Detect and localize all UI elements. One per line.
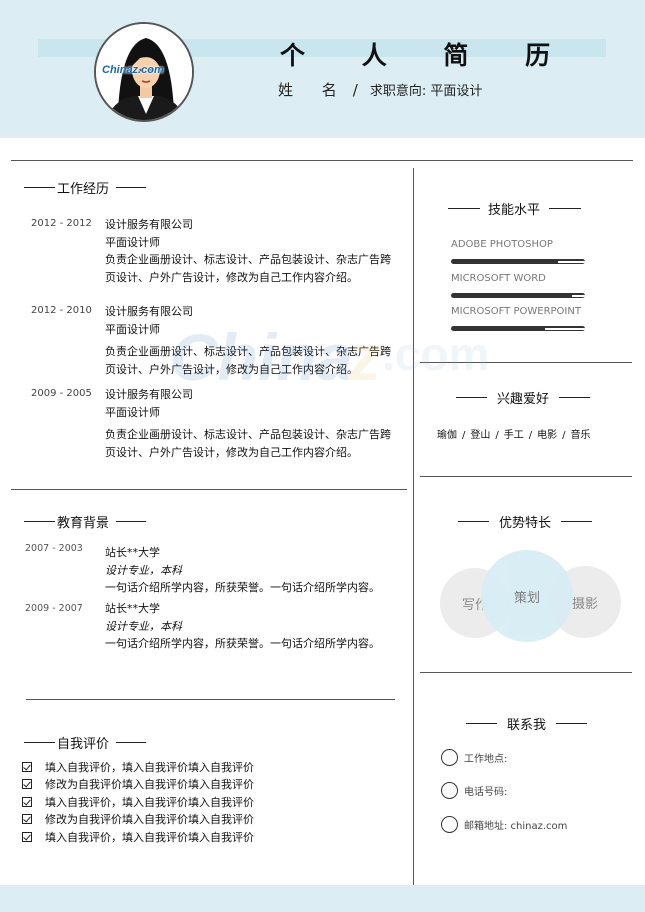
- work-date-1: 2012 - 2012: [31, 218, 92, 229]
- skill-bar-remaining: [571, 294, 585, 297]
- circle-bullet-icon: [441, 749, 458, 766]
- work-item-1: 设计服务有限公司 平面设计师 负责企业画册设计、标志设计、产品包装设计、杂志广告…: [105, 216, 397, 286]
- self-eval-item: 修改为自我评价填入自我评价填入自我评价: [22, 811, 254, 829]
- work-divider: [11, 489, 407, 490]
- edu-school: 站长**大学: [105, 546, 160, 559]
- skill-photoshop: ADOBE PHOTOSHOP: [451, 239, 585, 264]
- edu-school: 站长**大学: [105, 602, 160, 615]
- work-role: 平面设计师: [105, 405, 160, 419]
- work-date-3: 2009 - 2005: [31, 388, 92, 399]
- strengths-divider: [420, 672, 632, 673]
- top-divider: [11, 160, 633, 161]
- checkbox-icon: [22, 796, 32, 807]
- strengths-heading: 优势特长: [458, 512, 593, 531]
- checkbox-icon: [22, 761, 32, 772]
- skill-bar: [451, 326, 585, 331]
- education-heading: 教育背景: [24, 512, 147, 531]
- work-date-2: 2012 - 2010: [31, 305, 92, 316]
- work-company: 设计服务有限公司: [105, 388, 193, 401]
- self-eval-item: 填入自我评价，填入自我评价填入自我评价: [22, 758, 254, 776]
- avatar-logo-text: Chinaz.com: [102, 64, 164, 76]
- work-heading: 工作经历: [24, 178, 147, 197]
- name-label: 姓 名: [278, 81, 349, 99]
- skill-bar-remaining: [544, 327, 585, 330]
- checkbox-icon: [22, 831, 32, 842]
- column-divider: [413, 168, 414, 885]
- work-company: 设计服务有限公司: [105, 218, 193, 231]
- contact-phone: 电话号码:: [441, 782, 507, 799]
- skills-heading: 技能水平: [448, 199, 582, 218]
- skill-label: ADOBE PHOTOSHOP: [451, 239, 553, 250]
- edu-desc: 一句话介绍所学内容，所获荣誉。一句话介绍所学内容。: [105, 581, 380, 594]
- edu-divider: [26, 699, 395, 700]
- hobby-item: 音乐: [570, 430, 591, 441]
- contact-work-place: 工作地点:: [441, 749, 507, 766]
- hobby-item: 电影: [537, 430, 558, 441]
- skill-powerpoint: MICROSOFT POWERPOINT: [451, 306, 585, 331]
- skill-bar: [451, 293, 585, 298]
- self-eval-item: 修改为自我评价填入自我评价填入自我评价: [22, 776, 254, 794]
- checkbox-icon: [22, 779, 32, 790]
- hobby-item: 手工: [503, 430, 524, 441]
- work-role: 平面设计师: [105, 235, 160, 249]
- work-company: 设计服务有限公司: [105, 305, 193, 318]
- avatar: Chinaz.com: [94, 22, 194, 122]
- hobbies-heading: 兴趣爱好: [456, 388, 591, 407]
- circle-bullet-icon: [441, 782, 458, 799]
- hobby-item: 登山: [470, 430, 491, 441]
- self-eval-item: 填入自我评价，填入自我评价填入自我评价: [22, 793, 254, 811]
- edu-desc: 一句话介绍所学内容，所获荣誉。一句话介绍所学内容。: [105, 637, 380, 650]
- strength-planning: 策划: [481, 550, 573, 642]
- edu-date-1: 2007 - 2003: [25, 543, 83, 554]
- hobbies-list: 瑜伽 / 登山 / 手工 / 电影 / 音乐: [437, 430, 591, 441]
- contact-email: 邮箱地址: chinaz.com: [441, 816, 567, 833]
- self-eval-list: 填入自我评价，填入自我评价填入自我评价 修改为自我评价填入自我评价填入自我评价 …: [22, 758, 254, 846]
- skill-label: MICROSOFT POWERPOINT: [451, 306, 581, 317]
- checkbox-icon: [22, 814, 32, 825]
- work-desc: 负责企业画册设计、标志设计、产品包装设计、杂志广告跨页设计、户外广告设计，修改为…: [105, 428, 391, 459]
- work-desc: 负责企业画册设计、标志设计、产品包装设计、杂志广告跨页设计、户外广告设计，修改为…: [105, 253, 391, 284]
- hobbies-divider: [420, 476, 632, 477]
- skill-label: MICROSOFT WORD: [451, 273, 546, 284]
- work-desc: 负责企业画册设计、标志设计、产品包装设计、杂志广告跨页设计、户外广告设计，修改为…: [105, 345, 391, 376]
- work-item-3: 设计服务有限公司 平面设计师 负责企业画册设计、标志设计、产品包装设计、杂志广告…: [105, 386, 397, 461]
- work-role: 平面设计师: [105, 322, 160, 336]
- circle-bullet-icon: [441, 816, 458, 833]
- edu-major: 设计专业，本科: [105, 619, 182, 633]
- name-line: 姓 名 / 求职意向: 平面设计: [278, 79, 482, 100]
- edu-major: 设计专业，本科: [105, 563, 182, 577]
- edu-date-2: 2009 - 2007: [25, 603, 83, 614]
- name-slash: /: [352, 81, 358, 99]
- skill-bar: [451, 259, 585, 264]
- skill-word: MICROSOFT WORD: [451, 273, 585, 298]
- skill-bar-remaining: [558, 260, 585, 263]
- self-eval-item: 填入自我评价，填入自我评价填入自我评价: [22, 828, 254, 846]
- svg-text:.com: .com: [382, 328, 489, 380]
- job-intent: 求职意向: 平面设计: [369, 84, 483, 99]
- page-title: 个 人 简 历: [280, 41, 575, 70]
- edu-item-2: 站长**大学 设计专业，本科 一句话介绍所学内容，所获荣誉。一句话介绍所学内容。: [105, 600, 380, 653]
- footer-band: [0, 885, 645, 912]
- edu-item-1: 站长**大学 设计专业，本科 一句话介绍所学内容，所获荣誉。一句话介绍所学内容。: [105, 544, 380, 597]
- skills-divider: [420, 362, 632, 363]
- hobby-item: 瑜伽: [437, 430, 457, 441]
- contact-heading: 联系我: [466, 714, 588, 733]
- work-item-2: 设计服务有限公司 平面设计师 负责企业画册设计、标志设计、产品包装设计、杂志广告…: [105, 303, 397, 378]
- self-eval-heading: 自我评价: [24, 733, 147, 752]
